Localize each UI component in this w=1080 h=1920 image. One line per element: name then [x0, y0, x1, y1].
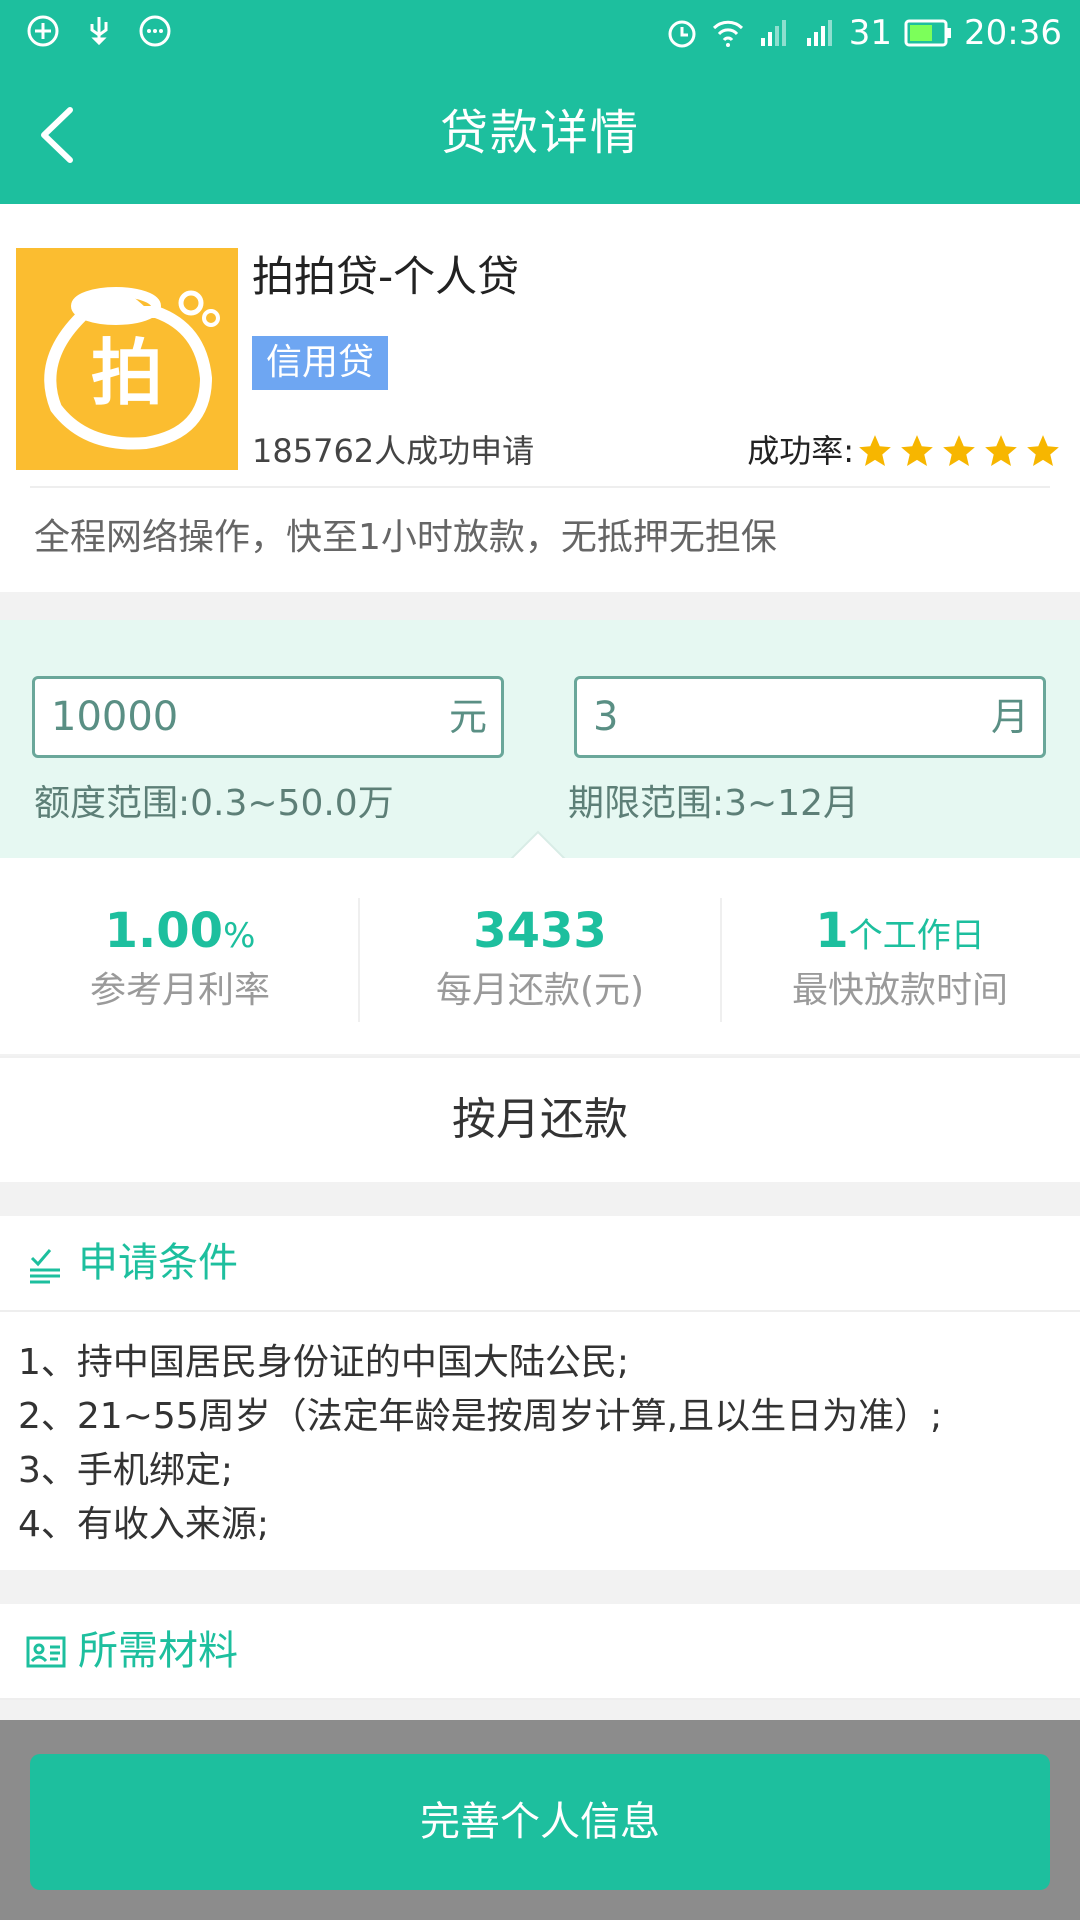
success-rate: 成功率:	[747, 426, 1062, 476]
term-unit: 月	[990, 695, 1029, 739]
stat-unit: %	[223, 916, 256, 956]
usb-icon	[90, 17, 108, 46]
stat-value: 1个工作日	[720, 900, 1080, 967]
section-materials-title: 所需材料	[78, 1628, 238, 1674]
product-logo: 拍	[16, 248, 238, 470]
stat-fastest-loan: 1个工作日 最快放款时间	[720, 858, 1080, 1054]
stat-unit: 个工作日	[848, 916, 985, 956]
complete-profile-button[interactable]: 完善个人信息	[30, 1754, 1050, 1890]
repayment-method[interactable]: 按月还款	[0, 1056, 1080, 1182]
loan-stats: 1.00% 参考月利率 3433 每月还款(元) 1个工作日 最快放款时间	[0, 858, 1080, 1054]
bottom-action-bar: 完善个人信息	[0, 1720, 1080, 1920]
star-icon	[901, 435, 933, 467]
amount-input[interactable]: 10000 元	[32, 676, 504, 758]
stat-value: 3433	[360, 900, 720, 967]
loan-calculator: 10000 元 3 月 额度范围:0.3~50.0万 期限范围:3~12月	[0, 620, 1080, 858]
amount-value: 10000	[51, 694, 179, 740]
stat-monthly-rate: 1.00% 参考月利率	[0, 858, 360, 1054]
apply-count: 185762人成功申请	[252, 432, 535, 470]
title-bar: 贷款详情	[0, 66, 1080, 204]
vpn-icon	[27, 15, 59, 47]
stat-number: 1	[815, 903, 849, 959]
success-rate-stars	[856, 432, 1062, 470]
term-input[interactable]: 3 月	[574, 676, 1046, 758]
list-item: 2、21~55周岁（法定年龄是按周岁计算,且以生日为准）;	[18, 1396, 943, 1437]
amount-unit: 元	[448, 695, 487, 739]
section-conditions-title: 申请条件	[78, 1240, 238, 1286]
status-time: 20:36	[964, 13, 1062, 53]
list-item: 1、持中国居民身份证的中国大陆公民;	[18, 1342, 630, 1383]
signal-icon-2	[806, 20, 832, 46]
star-icon	[1027, 435, 1059, 467]
signal-icon	[760, 20, 786, 46]
stat-label: 参考月利率	[89, 970, 270, 1011]
list-item: 4、有收入来源;	[18, 1504, 270, 1545]
list-item: 3、手机绑定;	[18, 1450, 234, 1491]
conditions-list: 1、持中国居民身份证的中国大陆公民; 2、21~55周岁（法定年龄是按周岁计算,…	[18, 1336, 942, 1552]
card-divider	[30, 486, 1050, 488]
id-card-icon	[26, 1636, 66, 1668]
stat-number: 1.00	[104, 903, 224, 959]
star-icon	[985, 435, 1017, 467]
checklist-icon	[30, 1249, 60, 1284]
status-bar: 31 20:36	[0, 0, 1080, 66]
stat-label: 最快放款时间	[791, 970, 1008, 1011]
stat-number: 3433	[473, 903, 607, 959]
amount-range: 额度范围:0.3~50.0万	[34, 783, 394, 824]
loan-detail-page: 31 20:36 贷款详情 拍 拍拍贷-个人贷 信用贷 185762人成功申请 …	[0, 0, 1080, 1920]
loan-type-badge: 信用贷	[252, 336, 389, 390]
product-description: 全程网络操作，快至1小时放款，无抵押无担保	[34, 517, 777, 558]
section-materials-header: 所需材料	[0, 1604, 1080, 1700]
product-logo-char: 拍	[91, 331, 163, 415]
product-name: 拍拍贷-个人贷	[252, 252, 520, 301]
star-icon	[943, 435, 975, 467]
success-rate-label: 成功率:	[747, 432, 854, 470]
stat-value: 1.00%	[0, 900, 360, 967]
term-value: 3	[593, 694, 619, 740]
status-left-icons	[26, 14, 172, 48]
star-icon	[859, 435, 891, 467]
section-conditions-header: 申请条件	[0, 1216, 1080, 1312]
signal-label: 31	[848, 13, 893, 53]
wifi-icon	[712, 20, 743, 47]
status-right-icons: 31 20:36	[665, 10, 1062, 56]
stat-label: 每月还款(元)	[435, 970, 645, 1011]
page-title: 贷款详情	[439, 105, 640, 161]
alarm-icon	[668, 20, 696, 48]
conditions-list-panel: 1、持中国居民身份证的中国大陆公民; 2、21~55周岁（法定年龄是按周岁计算,…	[0, 1312, 1080, 1570]
chat-icon	[139, 15, 171, 47]
battery-icon	[904, 19, 952, 47]
term-range: 期限范围:3~12月	[568, 783, 860, 824]
calculator-pointer	[510, 830, 566, 860]
product-card[interactable]: 拍 拍拍贷-个人贷 信用贷 185762人成功申请 成功率: 全程网络操作，快至…	[0, 204, 1080, 592]
stat-monthly-payment: 3433 每月还款(元)	[360, 858, 720, 1054]
repayment-method-label: 按月还款	[452, 1094, 628, 1145]
